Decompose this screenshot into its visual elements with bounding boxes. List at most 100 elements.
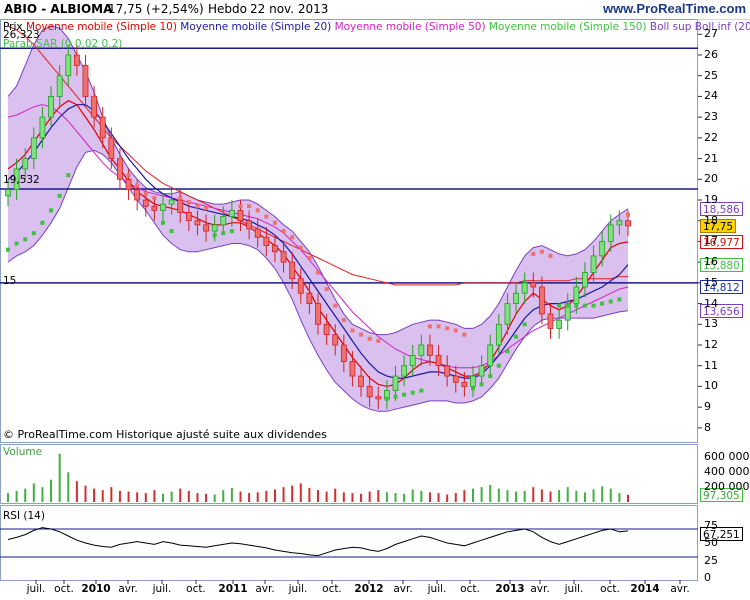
candle-body [39,116,46,139]
sar-dot [600,301,605,306]
sar-dot [178,195,183,200]
x-tick-label: 2014 [630,583,660,595]
sar-dot [591,303,596,308]
candle-body [306,292,313,304]
sar-dot [161,220,165,225]
candle-body [177,199,184,213]
volume-bar [291,485,294,502]
candle-body [108,137,115,159]
candle-body [444,365,451,377]
sar-dot [462,332,467,337]
price-tick-label: 20 [704,172,718,186]
sar-dot [384,396,389,401]
sar-dot [49,208,54,213]
volume-bar [377,490,380,502]
candle-body [547,313,554,329]
candle-body [366,386,373,398]
x-tick-label: juil. [26,583,46,595]
sar-dot [393,394,398,399]
sar-dot [436,324,441,329]
volume-tick-label: 200 000 [704,480,750,494]
sar-dot [126,173,131,178]
candle-body [99,116,106,139]
x-tick-label: 2013 [495,583,525,595]
volume-bar [480,487,483,502]
price-tick-label: 27 [704,27,718,41]
volume-bar [420,490,423,502]
sar-dot [324,287,329,292]
sar-dot [522,322,527,327]
sar-dot [471,386,475,391]
sar-dot [333,303,338,308]
price-tick-label: 9 [704,400,711,414]
volume-bar [15,490,18,502]
volume-bar [162,493,164,502]
candle-body [418,344,425,356]
bollinger-band-fill [8,26,628,412]
sar-dot [290,235,295,240]
volume-bar [84,485,87,502]
x-tick-label: oct. [460,583,480,595]
candle-body [254,228,261,238]
candle-body [487,344,494,367]
sar-dot [488,374,493,379]
sar-dot [626,212,630,217]
sar-dot [557,303,562,308]
volume-bar [317,490,319,502]
sar-dot [186,200,191,205]
sar-dot [582,303,587,308]
sar-dot [169,229,174,234]
volume-bar [24,488,27,502]
rsi-tick-label: 0 [704,571,711,584]
volume-bar [75,481,78,502]
volume-bar [67,472,70,502]
sar-dot [350,328,355,333]
sar-dot [617,297,622,302]
sar-dot [31,231,36,236]
price-tick-label: 23 [704,110,718,124]
x-tick-label: 2010 [81,583,111,595]
x-tick-label: avr. [530,583,550,595]
candle-body [263,236,270,246]
x-tick-label: 2011 [218,583,248,595]
volume-bar [446,494,449,502]
price-tick-label: 13 [704,317,718,331]
volume-bar [575,490,578,502]
legend-ma20: Moyenne mobile (Simple 20) [180,21,332,33]
sar-dot [496,363,501,368]
sar-dot [14,241,19,246]
x-tick-label: oct. [322,583,342,595]
volume-bar [110,487,113,502]
candle-body [349,361,356,377]
sar-dot [152,195,157,200]
sar-dot [419,388,424,393]
candle-body [203,224,209,232]
sar-dot [135,183,140,188]
legend-rsi: RSI (14) [3,510,45,522]
sar-dot [247,204,252,209]
price-tick-label: 12 [704,338,718,351]
candle-body [56,75,63,97]
candle-body [134,189,141,201]
volume-bar [282,487,285,502]
sar-dot [565,303,570,308]
volume-bar [411,489,414,502]
legend-ma10: Moyenne mobile (Simple 10) [25,21,177,33]
volume-bar [342,492,345,502]
candle-body [220,216,227,226]
volume-bar [325,491,328,502]
ma150-line [7,25,628,286]
volume-bar [7,493,9,502]
candle-body [246,220,253,230]
copyright-note: © ProRealTime.com Historique ajusté suit… [3,428,327,441]
rsi-tick-label: 75 [704,518,718,532]
volume-bar [609,488,612,502]
volume-bar [248,493,251,502]
volume-bar [50,479,53,502]
candle-body [142,199,149,207]
candle-body [582,272,588,288]
volume-bar [403,493,406,502]
x-tick-label: oct. [186,583,206,595]
volume-bar [463,490,466,502]
sar-dot [505,349,510,354]
